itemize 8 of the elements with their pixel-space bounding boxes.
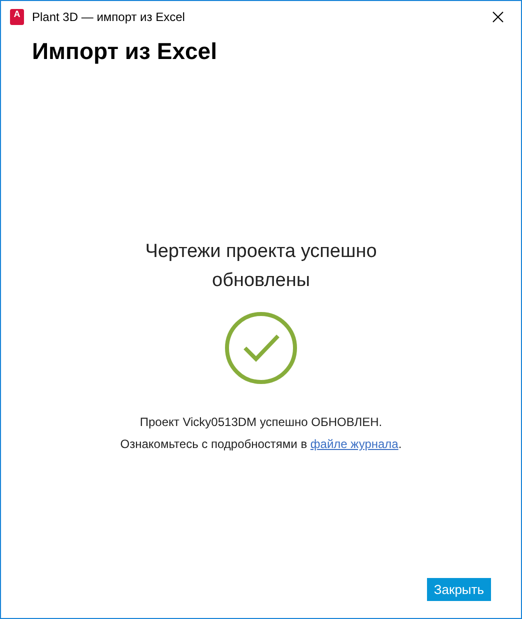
details-text: Ознакомьтесь с подробностями в файле журнала.: [120, 436, 402, 453]
result-message: Проект Vicky0513DM успешно ОБНОВЛЕН.: [140, 414, 382, 431]
app-logo-icon: A: [10, 9, 24, 25]
window-title: Plant 3D — импорт из Excel: [32, 9, 185, 26]
result-title: Чертежи проекта успешно обновлены: [144, 240, 378, 293]
dialog-heading: Импорт из Excel: [32, 37, 218, 66]
log-file-link[interactable]: файле журнала: [310, 437, 398, 451]
close-button[interactable]: Закрыть: [426, 578, 491, 601]
